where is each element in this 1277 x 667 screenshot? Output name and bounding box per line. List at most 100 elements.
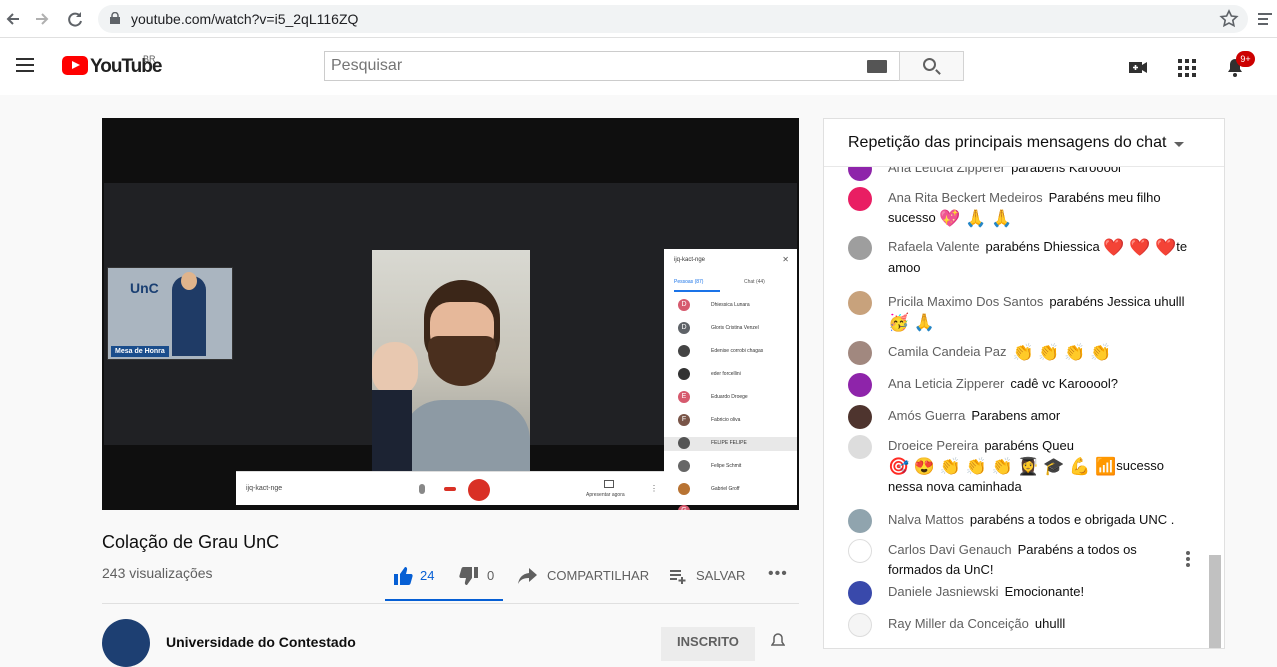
chat-message-body: Carlos Davi Genauch Parabéns a todos os f… bbox=[888, 540, 1188, 580]
dislike-icon[interactable] bbox=[459, 566, 479, 589]
participant-avatar: D bbox=[678, 299, 690, 311]
chat-scrollbar[interactable] bbox=[1209, 555, 1221, 648]
chat-message-body: Droeice Pereira parabéns Queu 🎯 😍 👏 👏 👏 👩… bbox=[888, 436, 1188, 497]
chat-message-body: Ana Rita Beckert Medeiros Parabéns meu fi… bbox=[888, 188, 1188, 229]
close-icon[interactable]: ✕ bbox=[782, 255, 789, 264]
dislike-count[interactable]: 0 bbox=[487, 568, 494, 583]
chat-author-avatar[interactable] bbox=[848, 539, 872, 563]
bookmark-star-icon[interactable] bbox=[1218, 8, 1240, 30]
back-arrow-icon[interactable] bbox=[2, 8, 24, 30]
youtube-play-icon bbox=[62, 56, 88, 75]
youtube-header: YouTube BR 9+ bbox=[0, 38, 1277, 95]
chat-author-avatar[interactable] bbox=[848, 236, 872, 260]
participant-avatar bbox=[678, 345, 690, 357]
chat-emoji: 🥳 🙏 bbox=[888, 312, 936, 332]
chat-author-name[interactable]: Droeice Pereira bbox=[888, 438, 978, 453]
like-icon[interactable] bbox=[393, 566, 413, 589]
reading-list-icon[interactable] bbox=[1255, 8, 1277, 30]
subscribe-button[interactable]: INSCRITO bbox=[661, 627, 755, 661]
chat-author-avatar[interactable] bbox=[848, 581, 872, 605]
present-now-label[interactable]: Apresentar agora bbox=[586, 492, 625, 498]
channel-name[interactable]: Universidade do Contestado bbox=[166, 634, 356, 650]
chat-author-avatar[interactable] bbox=[848, 291, 872, 315]
participant-avatar bbox=[678, 437, 690, 449]
mic-icon[interactable] bbox=[419, 484, 425, 494]
forward-arrow-icon[interactable] bbox=[31, 8, 53, 30]
man-shirt bbox=[402, 400, 530, 472]
video-title: Colação de Grau UnC bbox=[102, 532, 280, 552]
search-input[interactable] bbox=[331, 57, 851, 75]
reload-icon[interactable] bbox=[64, 8, 86, 30]
message-menu-icon[interactable] bbox=[1186, 551, 1190, 567]
notification-bell-icon[interactable] bbox=[770, 633, 786, 649]
tab-indicator bbox=[674, 290, 720, 292]
chat-author-name[interactable]: Carlos Davi Genauch bbox=[888, 542, 1012, 557]
chevron-down-icon[interactable] bbox=[1174, 142, 1184, 147]
participant-name: Edenise corrobi chagas bbox=[711, 348, 764, 354]
main-camera-video bbox=[372, 250, 530, 472]
participant-avatar: F bbox=[678, 414, 690, 426]
like-count[interactable]: 24 bbox=[420, 568, 434, 583]
channel-avatar[interactable] bbox=[102, 619, 150, 667]
save-playlist-icon[interactable] bbox=[669, 567, 687, 588]
pip-label: Mesa de Honra bbox=[111, 346, 169, 357]
url-text: youtube.com/watch?v=i5_2qL116ZQ bbox=[131, 11, 359, 27]
hamburger-menu-icon[interactable] bbox=[16, 58, 34, 72]
address-bar[interactable]: youtube.com/watch?v=i5_2qL116ZQ bbox=[98, 5, 1248, 33]
chat-author-name[interactable]: Ana Leticia Zipperer bbox=[888, 376, 1004, 391]
search-button[interactable] bbox=[899, 51, 964, 81]
chat-author-name[interactable]: Amós Guerra bbox=[888, 408, 965, 423]
speaker-face bbox=[181, 272, 197, 290]
chat-message-body: Nalva Mattos parabéns a todos e obrigada … bbox=[888, 510, 1188, 530]
chat-author-avatar[interactable] bbox=[848, 405, 872, 429]
chat-author-avatar[interactable] bbox=[848, 613, 872, 637]
hangup-icon[interactable] bbox=[444, 487, 456, 491]
more-actions-icon[interactable]: ••• bbox=[768, 565, 788, 583]
chat-author-name[interactable]: Pricila Maximo Dos Santos bbox=[888, 294, 1043, 309]
chat-message-body: Ana Leticia Zipperer cadê vc Karooool? bbox=[888, 374, 1188, 394]
chat-message-text: Parabens amor bbox=[971, 408, 1061, 423]
chat-author-avatar[interactable] bbox=[848, 187, 872, 211]
participant-row[interactable]: FELIPE FELIPE bbox=[664, 437, 797, 451]
baby-face bbox=[372, 342, 418, 396]
create-video-icon[interactable] bbox=[1127, 56, 1149, 78]
chat-author-name[interactable]: Camila Candeia Paz bbox=[888, 344, 1007, 359]
chat-message-body: Camila Candeia Paz 👏 👏 👏 👏 bbox=[888, 342, 1188, 363]
chat-replay-panel: Repetição das principais mensagens do ch… bbox=[823, 118, 1225, 649]
chat-mode-selector[interactable]: Repetição das principais mensagens do ch… bbox=[848, 134, 1166, 152]
participant-avatar bbox=[678, 460, 690, 472]
divider bbox=[102, 603, 799, 604]
chat-message-text: Emocionante! bbox=[1004, 584, 1085, 599]
chat-author-name[interactable]: Nalva Mattos bbox=[888, 512, 964, 527]
participant-name: eder forcellini bbox=[711, 371, 741, 377]
participant-avatar: E bbox=[678, 391, 690, 403]
pip-logo: UnC bbox=[130, 280, 159, 296]
lock-icon bbox=[110, 12, 120, 24]
chat-author-avatar[interactable] bbox=[848, 341, 872, 365]
chat-author-avatar[interactable] bbox=[848, 373, 872, 397]
chat-message-body: Amós Guerra Parabens amor bbox=[888, 406, 1188, 426]
chat-author-name[interactable]: Daniele Jasniewski bbox=[888, 584, 999, 599]
chat-emoji: 👏 👏 👏 👏 bbox=[1012, 342, 1112, 362]
tab-chat[interactable]: Chat (44) bbox=[744, 279, 765, 285]
chat-author-name[interactable]: Ray Miller da Conceição bbox=[888, 616, 1029, 631]
chat-emoji: 🎯 😍 👏 👏 👏 👩‍🎓 🎓 💪 📶 bbox=[888, 456, 1117, 476]
share-icon[interactable] bbox=[518, 567, 538, 588]
save-button[interactable]: SALVAR bbox=[696, 568, 745, 583]
tab-people[interactable]: Pessoas (87) bbox=[674, 279, 703, 285]
share-button[interactable]: COMPARTILHAR bbox=[547, 568, 649, 583]
video-player[interactable]: UnC Mesa de Honra ijq-kact-nge ✕ Pessoas… bbox=[102, 118, 799, 510]
keyboard-icon[interactable] bbox=[867, 60, 887, 73]
chat-author-avatar[interactable] bbox=[848, 509, 872, 533]
chat-message-text: parabéns Jessica uhulll bbox=[1049, 294, 1185, 309]
chat-author-name[interactable]: Rafaela Valente bbox=[888, 239, 980, 254]
notification-badge: 9+ bbox=[1236, 51, 1255, 67]
view-count: 243 visualizações bbox=[102, 565, 213, 581]
chat-author-avatar[interactable] bbox=[848, 435, 872, 459]
apps-grid-icon[interactable] bbox=[1176, 56, 1198, 78]
more-vert-icon[interactable]: ⋮ bbox=[650, 484, 658, 493]
camera-off-button[interactable] bbox=[468, 479, 490, 501]
chat-author-name[interactable]: Ana Rita Beckert Medeiros bbox=[888, 190, 1043, 205]
chat-message-text: cadê vc Karooool? bbox=[1010, 376, 1119, 391]
participant-name: Eduardo Droege bbox=[711, 394, 748, 400]
